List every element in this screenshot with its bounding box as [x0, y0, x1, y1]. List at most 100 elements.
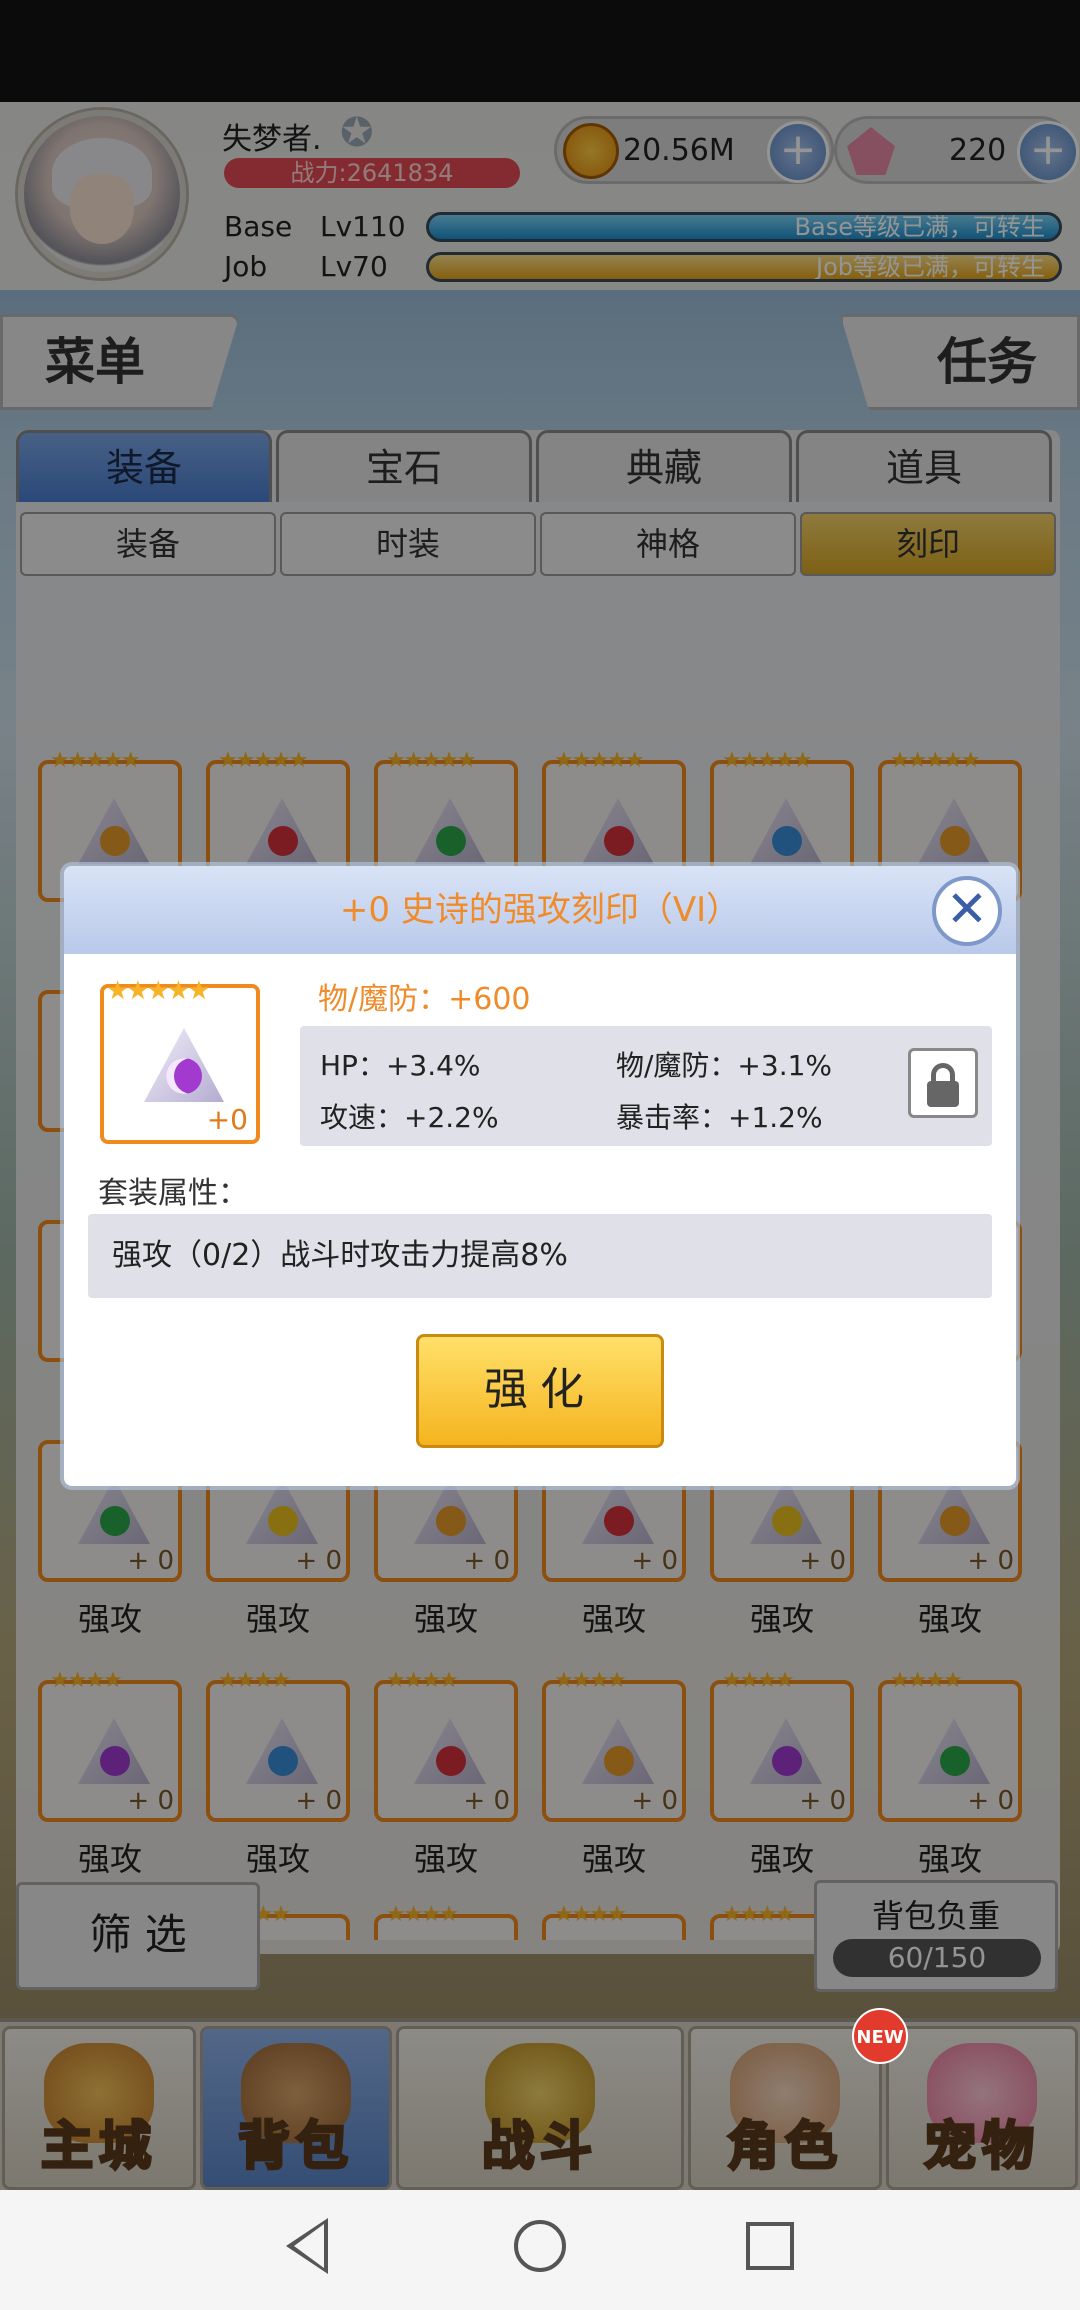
star-rating: ★★★★★ — [386, 748, 477, 773]
stat-defense: 物/魔防：+3.1% — [616, 1049, 833, 1082]
nav-backpack[interactable]: 背包 — [200, 2026, 392, 2190]
nav-battle[interactable]: 战斗 — [396, 2026, 684, 2190]
tasks-button[interactable]: 任务 — [840, 314, 1080, 410]
engraving-card[interactable]: ★★★★ + 0 — [710, 1668, 854, 1822]
tab-collection[interactable]: 典藏 — [536, 430, 792, 502]
star-rating: ★★★★ — [218, 1668, 291, 1693]
tab-equipment[interactable]: 装备 — [16, 430, 272, 502]
tab-gems[interactable]: 宝石 — [276, 430, 532, 502]
flame-core-icon — [604, 826, 634, 856]
engraving-card[interactable]: ★★★★ — [542, 1902, 686, 1940]
dialog-title: +0 史诗的强攻刻印（VI） — [339, 890, 741, 930]
engraving-card[interactable]: ★★★★ + 0 — [206, 1668, 350, 1822]
filter-button[interactable]: 筛 选 — [16, 1882, 260, 1990]
stat-attack-speed: 攻速：+2.2% — [320, 1101, 499, 1134]
earth-core-icon — [268, 1506, 298, 1536]
sun-core-icon — [436, 1506, 466, 1536]
enhance-level: + 0 — [127, 1546, 174, 1576]
subtab-engraving[interactable]: 刻印 — [800, 512, 1056, 576]
nav-character[interactable]: 角色 — [688, 2026, 882, 2190]
item-thumbnail: ★★★★★ +0 — [100, 976, 260, 1144]
item-detail-dialog: +0 史诗的强攻刻印（VI） ✕ ★★★★★ +0 物/魔防：+600 HP：+… — [64, 866, 1016, 1486]
tab-items[interactable]: 道具 — [796, 430, 1052, 502]
bag-weight: 背包负重 60/150 — [814, 1880, 1058, 1992]
player-name: 失梦者. — [222, 122, 322, 157]
back-icon-inner — [294, 2224, 324, 2268]
job-level-row: Job Lv70 — [224, 250, 388, 283]
card-label: 强攻 — [917, 1840, 982, 1878]
engraving-card[interactable]: ★★★★ + 0 — [374, 1668, 518, 1822]
bag-weight-value: 60/150 — [833, 1939, 1041, 1977]
sun-core-icon — [604, 1746, 634, 1776]
earth-core-icon — [772, 1506, 802, 1536]
enhance-level: + 0 — [631, 1786, 678, 1816]
job-level: Lv70 — [320, 250, 388, 283]
nav-label: 角色 — [725, 2116, 843, 2179]
dialog-header: +0 史诗的强攻刻印（VI） ✕ — [64, 866, 1016, 954]
nav-main-city[interactable]: 主城 — [2, 2026, 196, 2190]
wind-core-icon — [100, 1506, 130, 1536]
star-rating: ★★★★ — [890, 1668, 963, 1693]
enhance-level: + 0 — [127, 1786, 174, 1816]
card-label: 强攻 — [245, 1840, 310, 1878]
card-label: 强攻 — [413, 1600, 478, 1638]
close-button[interactable]: ✕ — [932, 876, 1002, 946]
set-bonus-label: 套装属性： — [98, 1176, 248, 1211]
nav-label: 背包 — [236, 2116, 354, 2179]
add-zeny-button[interactable]: + — [767, 121, 829, 183]
stat-hp: HP：+3.4% — [320, 1049, 481, 1082]
water-core-icon — [772, 826, 802, 856]
star-rating: ★★★★ — [554, 1902, 627, 1927]
star-rating: ★★★★ — [50, 1668, 123, 1693]
job-exp-bar: Job等级已满，可转生 — [426, 252, 1062, 282]
rank-badge-icon: ✪ — [340, 110, 374, 156]
menu-button[interactable]: 菜单 — [0, 314, 240, 410]
subtab-fashion[interactable]: 时装 — [280, 512, 536, 576]
add-gem-button[interactable]: + — [1017, 121, 1079, 183]
star-rating: ★★★★★ — [722, 748, 813, 773]
card-label: 强攻 — [581, 1600, 646, 1638]
card-label: 强攻 — [917, 1600, 982, 1638]
lock-button[interactable] — [908, 1048, 978, 1118]
sub-stats: HP：+3.4% 物/魔防：+3.1% 攻速：+2.2% 暴击率：+1.2% — [300, 1026, 992, 1146]
gem-value: 220 — [949, 133, 1007, 168]
enhance-level: + 0 — [799, 1786, 846, 1816]
engraving-card[interactable]: ★★★★ — [374, 1902, 518, 1940]
wind-core-icon — [436, 826, 466, 856]
avatar[interactable] — [18, 110, 186, 278]
subtab-equipment[interactable]: 装备 — [20, 512, 276, 576]
engraving-card[interactable]: ★★★★ + 0 — [542, 1668, 686, 1822]
item-enhance-level: +0 — [206, 1103, 248, 1136]
card-label: 强攻 — [581, 1840, 646, 1878]
gem-counter: 220 + — [834, 116, 1079, 184]
star-rating: ★★★★★ — [890, 748, 981, 773]
nav-label: 主城 — [39, 2116, 157, 2179]
power-badge: 战力:2641834 — [224, 158, 520, 188]
engraving-card[interactable]: ★★★★ + 0 — [878, 1668, 1022, 1822]
nav-pet[interactable]: 宠物 — [886, 2026, 1078, 2190]
enhance-level: + 0 — [967, 1786, 1014, 1816]
home-icon[interactable] — [514, 2220, 566, 2272]
status-bar — [0, 0, 1080, 102]
recent-apps-icon[interactable] — [746, 2222, 794, 2270]
system-nav-bar — [0, 2190, 1080, 2310]
sun-core-icon — [940, 826, 970, 856]
coin-icon — [563, 123, 619, 179]
enhance-button[interactable]: 强化 — [416, 1334, 664, 1448]
gem-icon — [847, 127, 895, 175]
enhance-level: + 0 — [295, 1546, 342, 1576]
star-rating: ★★★★ — [386, 1902, 459, 1927]
star-rating: ★★★★ — [554, 1668, 627, 1693]
star-rating: ★★★★★ — [554, 748, 645, 773]
star-rating: ★★★★ — [386, 1668, 459, 1693]
lock-icon-body — [927, 1081, 959, 1107]
enhance-level: + 0 — [463, 1546, 510, 1576]
flame-core-icon — [604, 1506, 634, 1536]
subtab-divinity[interactable]: 神格 — [540, 512, 796, 576]
set-bonus-text: 强攻（0/2）战斗时攻击力提高8% — [88, 1214, 992, 1298]
base-label: Base — [224, 210, 293, 243]
flame-core-icon — [436, 1746, 466, 1776]
nav-label: 战斗 — [480, 2116, 598, 2179]
engraving-card[interactable]: ★★★★ + 0 — [38, 1668, 182, 1822]
enhance-level: + 0 — [631, 1546, 678, 1576]
